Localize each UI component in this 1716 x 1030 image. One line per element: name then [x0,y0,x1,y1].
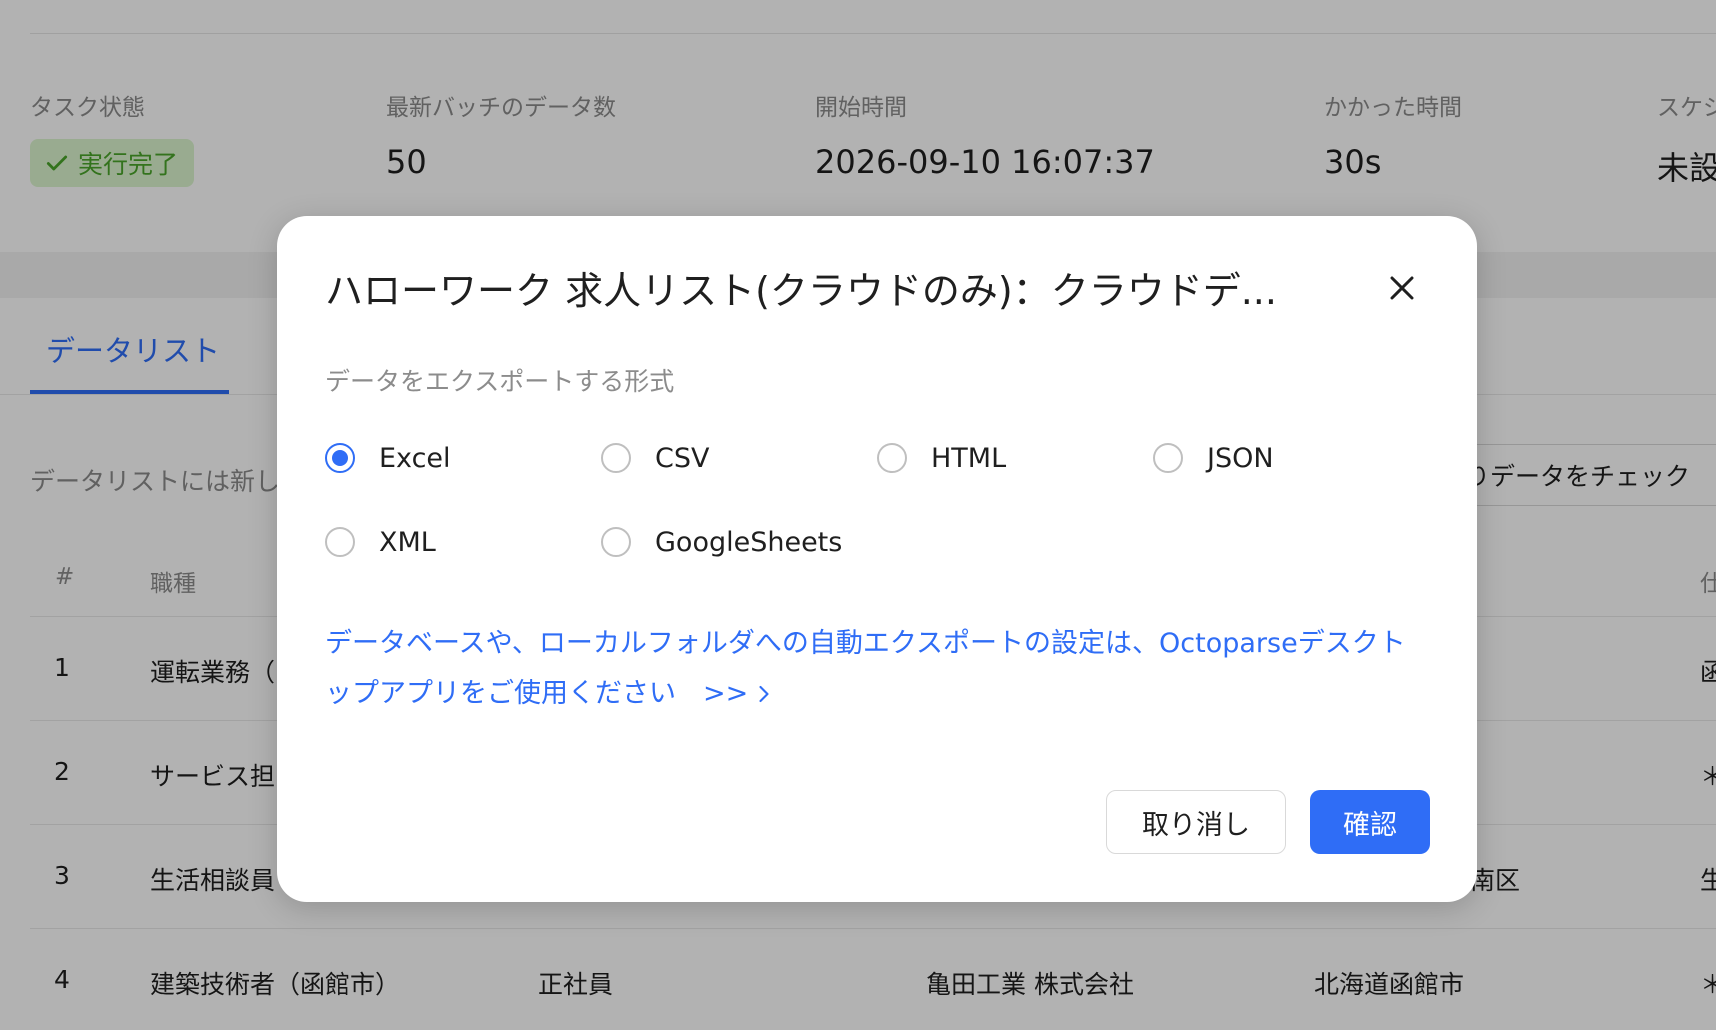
close-icon [1390,276,1414,300]
format-option-label: Excel [379,442,451,474]
cancel-button[interactable]: 取り消し [1106,790,1286,854]
dialog-title: ハローワーク 求人リスト(クラウドのみ)：クラウドデ... [325,269,1277,313]
close-button[interactable] [1380,266,1424,310]
confirm-button[interactable]: 確認 [1310,790,1430,854]
radio-unchecked-icon [1153,443,1183,473]
radio-unchecked-icon [325,527,355,557]
export-format-label: データをエクスポートする形式 [325,367,675,396]
radio-checked-icon [325,443,355,473]
export-dialog: ハローワーク 求人リスト(クラウドのみ)：クラウドデ... データをエクスポート… [277,216,1477,902]
format-option-label: CSV [655,442,710,474]
format-option-label: XML [379,526,436,558]
format-option-googlesheets[interactable]: GoogleSheets [601,522,842,562]
format-option-xml[interactable]: XML [325,522,436,562]
radio-unchecked-icon [601,527,631,557]
chevron-right-icon [759,685,769,703]
format-option-label: GoogleSheets [655,526,843,558]
desktop-app-link[interactable]: データベースや、ローカルフォルダへの自動エクスポートの設定は、Octoparse… [325,619,1425,719]
format-option-label: HTML [931,442,1007,474]
format-option-html[interactable]: HTML [877,438,1006,478]
format-option-label: JSON [1207,442,1274,474]
format-option-csv[interactable]: CSV [601,438,709,478]
format-option-json[interactable]: JSON [1153,438,1274,478]
format-option-excel[interactable]: Excel [325,438,451,478]
radio-unchecked-icon [877,443,907,473]
radio-unchecked-icon [601,443,631,473]
desktop-app-link-text: データベースや、ローカルフォルダへの自動エクスポートの設定は、Octoparse… [325,628,1406,709]
